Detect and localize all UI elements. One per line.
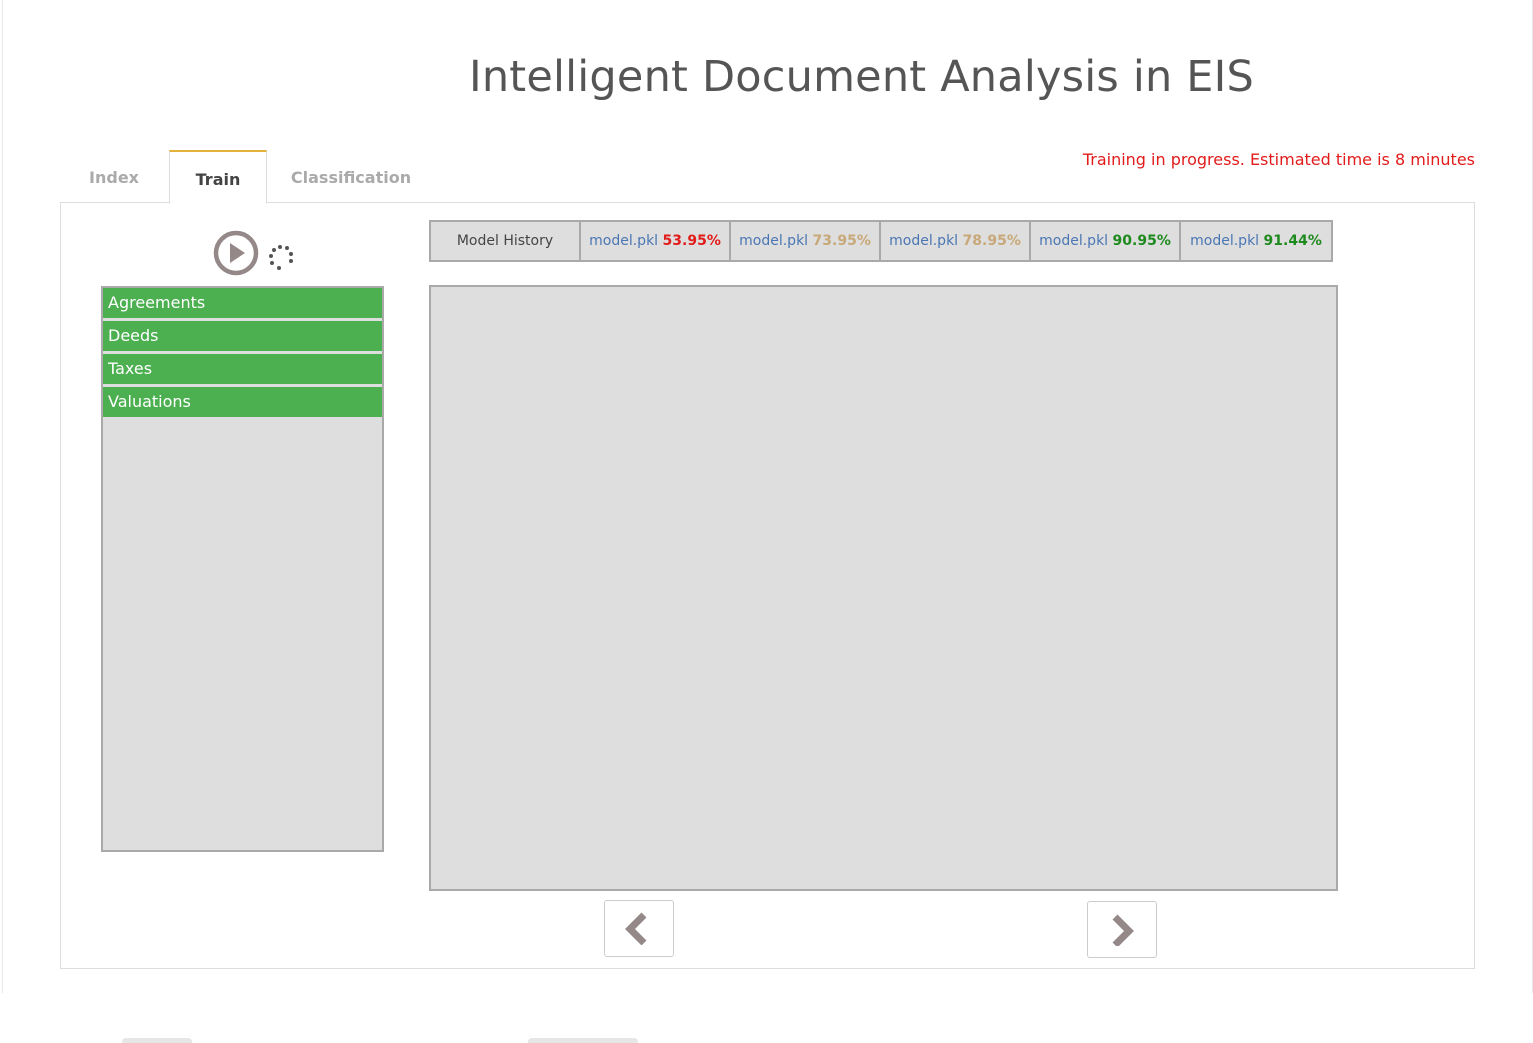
chevron-left-icon	[625, 912, 647, 945]
document-preview-area	[429, 285, 1338, 891]
category-item-agreements[interactable]: Agreements	[103, 288, 382, 318]
model-accuracy: 78.95%	[962, 233, 1021, 249]
model-history-label: Model History	[431, 222, 581, 260]
model-accuracy: 91.44%	[1263, 233, 1322, 249]
model-history-item[interactable]: model.pkl 53.95%	[581, 222, 731, 260]
play-circle-icon	[213, 230, 259, 276]
model-history-bar: Model History model.pkl 53.95% model.pkl…	[429, 220, 1333, 262]
category-item-taxes[interactable]: Taxes	[103, 354, 382, 384]
page-title: Intelligent Document Analysis in EIS	[468, 52, 1255, 102]
tab-index[interactable]: Index	[60, 150, 168, 203]
model-name: model.pkl	[739, 233, 809, 249]
bottom-scroll-artifact	[528, 1038, 638, 1043]
model-name: model.pkl	[1039, 233, 1109, 249]
model-name: model.pkl	[1190, 233, 1260, 249]
category-item-deeds[interactable]: Deeds	[103, 321, 382, 351]
model-history-item[interactable]: model.pkl 90.95%	[1031, 222, 1181, 260]
model-name: model.pkl	[589, 233, 659, 249]
loading-spinner-icon	[266, 242, 296, 272]
category-list: Agreements Deeds Taxes Valuations	[101, 286, 384, 852]
model-history-item[interactable]: model.pkl 91.44%	[1181, 222, 1331, 260]
model-history-item[interactable]: model.pkl 73.95%	[731, 222, 881, 260]
previous-button[interactable]	[604, 900, 674, 957]
next-button[interactable]	[1087, 901, 1157, 958]
model-accuracy: 53.95%	[662, 233, 721, 249]
model-name: model.pkl	[889, 233, 959, 249]
category-item-valuations[interactable]: Valuations	[103, 387, 382, 417]
bottom-scroll-artifact	[122, 1038, 192, 1043]
start-training-button[interactable]	[213, 230, 259, 276]
training-status-message: Training in progress. Estimated time is …	[1082, 150, 1475, 169]
chevron-right-icon	[1112, 914, 1134, 946]
model-accuracy: 73.95%	[812, 233, 871, 249]
tab-train[interactable]: Train	[169, 150, 267, 204]
model-accuracy: 90.95%	[1112, 233, 1171, 249]
model-history-item[interactable]: model.pkl 78.95%	[881, 222, 1031, 260]
tab-classification[interactable]: Classification	[280, 150, 422, 203]
